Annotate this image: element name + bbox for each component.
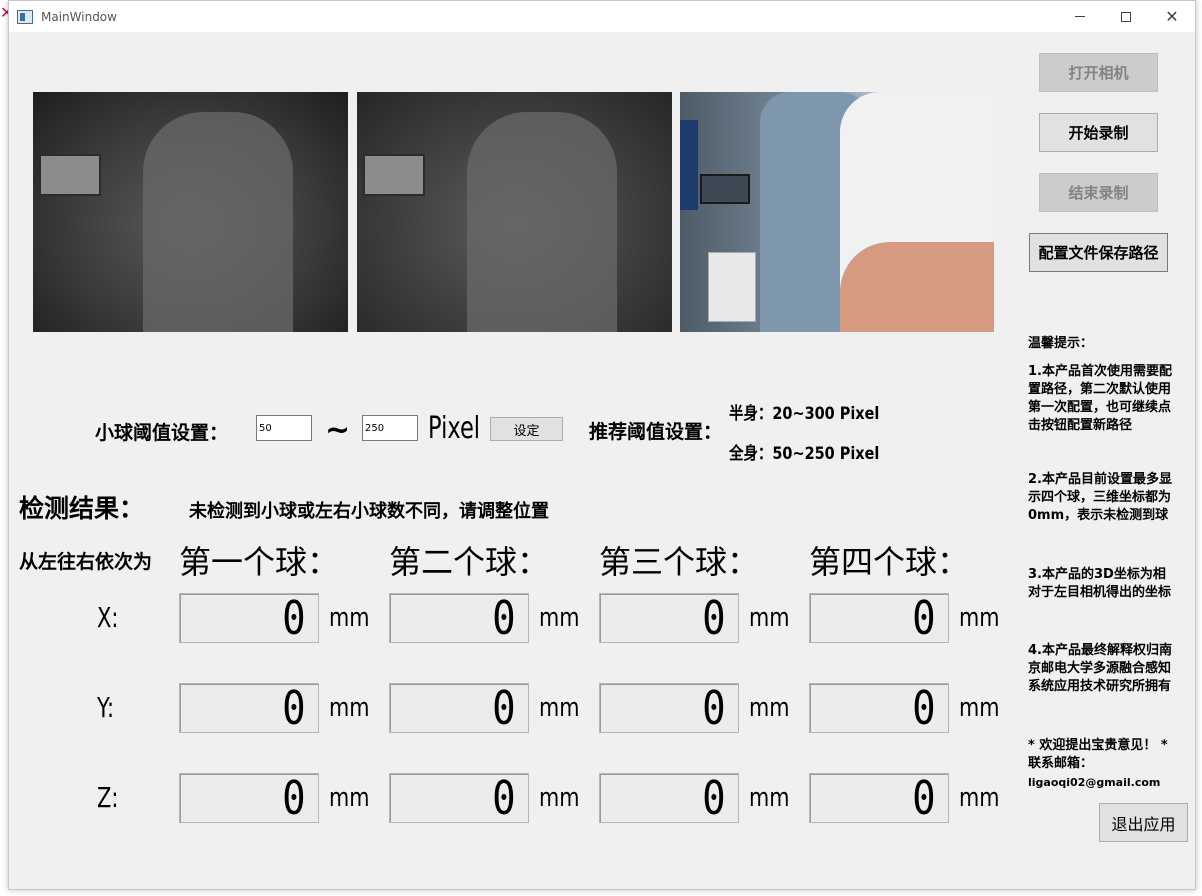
axis-x-label: X:	[97, 601, 119, 634]
ball-2-y-unit: mm	[539, 693, 580, 723]
ball-2-x-unit: mm	[539, 603, 580, 633]
ball-1-x-value: 0	[282, 591, 306, 645]
close-icon: ✕	[1165, 7, 1179, 26]
color-view-arm-shape	[840, 242, 994, 332]
tip-4: 4.本产品最终解释权归南京邮电大学多源融合感知系统应用技术研究所拥有	[1028, 643, 1172, 694]
ball-4-y-value: 0	[912, 681, 936, 735]
start-record-button[interactable]: 开始录制	[1039, 113, 1158, 152]
right-view-person-shape	[467, 112, 617, 332]
minimize-icon	[1075, 16, 1085, 17]
title-bar: MainWindow ✕	[9, 1, 1195, 32]
color-view-monitor-shape	[700, 174, 750, 204]
threshold-tilde: ~	[325, 413, 351, 448]
exit-app-button[interactable]: 退出应用	[1099, 803, 1188, 842]
ball-3-x-value: 0	[702, 591, 726, 645]
config-path-button[interactable]: 配置文件保存路径	[1029, 233, 1168, 272]
ball-2-x-value: 0	[492, 591, 516, 645]
recommend-threshold-label: 推荐阈值设置：	[589, 421, 723, 443]
color-camera-view	[680, 92, 994, 332]
ball-4-x-unit: mm	[959, 603, 1000, 633]
ball-2-x-display: 0	[389, 593, 529, 643]
tips-title: 温馨提示：	[1028, 336, 1094, 351]
app-icon	[17, 9, 33, 24]
ball-4-z-unit: mm	[959, 783, 1000, 813]
ball-1-y-value: 0	[282, 681, 306, 735]
ball-4-heading: 第四个球：	[809, 543, 970, 581]
ball-1-y-display: 0	[179, 683, 319, 733]
ball-4-x-value: 0	[912, 591, 936, 645]
contact-email: ligaoqi02@gmail.com	[1028, 776, 1161, 789]
background-app-strip: ✕	[0, 0, 14, 896]
minimize-button[interactable]	[1057, 1, 1103, 32]
stop-record-button[interactable]: 结束录制	[1039, 173, 1158, 212]
ball-3-x-display: 0	[599, 593, 739, 643]
left-view-monitor-shape	[39, 154, 101, 196]
ball-1-x-unit: mm	[329, 603, 370, 633]
ball-3-y-value: 0	[702, 681, 726, 735]
maximize-icon	[1121, 11, 1131, 22]
threshold-label: 小球阈值设置：	[95, 422, 229, 444]
tip-1: 1.本产品首次使用需要配置路径，第二次默认使用第一次配置，也可继续点击按钮配置新…	[1028, 364, 1172, 433]
window-title: MainWindow	[41, 9, 117, 24]
close-button[interactable]: ✕	[1149, 1, 1195, 32]
left-view-person-shape	[143, 112, 293, 332]
ball-1-z-display: 0	[179, 773, 319, 823]
full-body-recommendation: 全身：50~250 Pixel	[729, 444, 880, 464]
background-app-icon: ✕	[0, 3, 14, 22]
open-camera-button[interactable]: 打开相机	[1039, 53, 1158, 92]
ball-3-z-value: 0	[702, 771, 726, 825]
ball-3-heading: 第三个球：	[599, 543, 760, 581]
ball-4-x-display: 0	[809, 593, 949, 643]
right-view-monitor-shape	[363, 154, 425, 196]
ball-2-z-unit: mm	[539, 783, 580, 813]
threshold-max-input[interactable]	[362, 415, 418, 441]
tip-3: 3.本产品的3D坐标为相对于左目相机得出的坐标	[1028, 567, 1172, 600]
ball-4-y-unit: mm	[959, 693, 1000, 723]
ball-2-y-value: 0	[492, 681, 516, 735]
ball-4-y-display: 0	[809, 683, 949, 733]
color-view-box-shape	[708, 252, 756, 322]
ball-2-z-value: 0	[492, 771, 516, 825]
right-camera-view	[357, 92, 672, 332]
color-view-screen-shape	[680, 120, 698, 210]
ball-4-z-display: 0	[809, 773, 949, 823]
ball-1-heading: 第一个球：	[179, 543, 340, 581]
axis-z-label: Z:	[97, 781, 119, 814]
half-body-recommendation: 半身：20~300 Pixel	[729, 404, 880, 424]
tip-2: 2.本产品目前设置最多显示四个球，三维坐标都为0mm，表示未检测到球	[1028, 472, 1172, 523]
ball-2-heading: 第二个球：	[389, 543, 550, 581]
ball-1-y-unit: mm	[329, 693, 370, 723]
ball-3-z-display: 0	[599, 773, 739, 823]
ball-2-z-display: 0	[389, 773, 529, 823]
left-camera-view	[33, 92, 348, 332]
tip-5: * 欢迎提出宝贵意见！ * 联系邮箱：	[1028, 738, 1168, 771]
threshold-min-input[interactable]	[256, 415, 312, 441]
detection-result-label: 检测结果：	[19, 494, 145, 523]
ball-1-z-unit: mm	[329, 783, 370, 813]
axis-y-label: Y:	[97, 691, 115, 724]
ball-1-z-value: 0	[282, 771, 306, 825]
set-threshold-button[interactable]: 设定	[490, 417, 563, 441]
window-controls: ✕	[1057, 1, 1195, 32]
ball-3-z-unit: mm	[749, 783, 790, 813]
ball-2-y-display: 0	[389, 683, 529, 733]
detection-status-text: 未检测到小球或左右小球数不同，请调整位置	[189, 501, 549, 522]
main-window: MainWindow ✕ 打开相机 开始录制 结束录制 配置文件保存路径 小球阈…	[8, 0, 1196, 890]
ball-3-x-unit: mm	[749, 603, 790, 633]
ball-1-x-display: 0	[179, 593, 319, 643]
maximize-button[interactable]	[1103, 1, 1149, 32]
ball-3-y-unit: mm	[749, 693, 790, 723]
order-label: 从左往右依次为	[19, 551, 153, 573]
ball-3-y-display: 0	[599, 683, 739, 733]
threshold-unit: Pixel	[428, 411, 481, 446]
ball-4-z-value: 0	[912, 771, 936, 825]
